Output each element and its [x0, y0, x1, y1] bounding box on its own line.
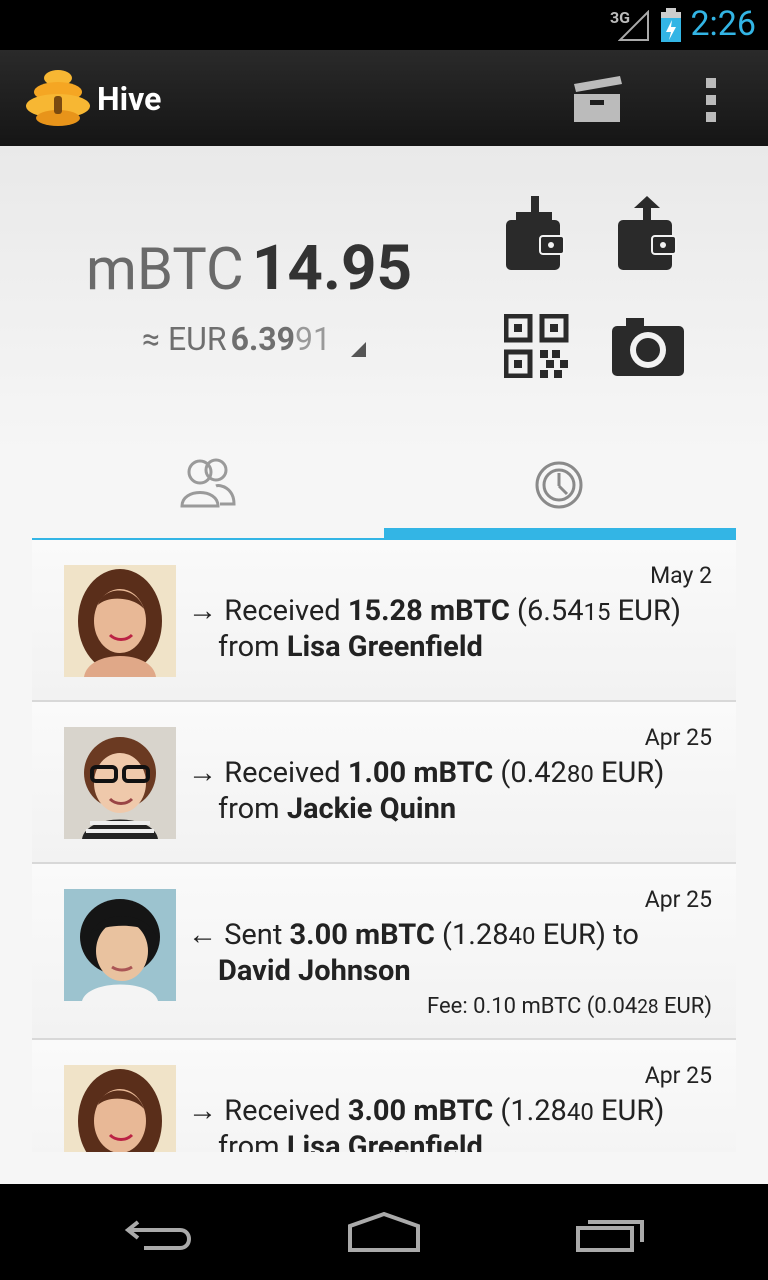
- transaction-fiat-small: 80: [566, 760, 594, 788]
- transaction-fiat-small: 40: [508, 922, 536, 950]
- avatar: [64, 1065, 176, 1152]
- balance: mBTC 14.95: [86, 232, 412, 305]
- transaction-fiat-small: 40: [566, 1098, 594, 1126]
- fee-main: Fee: 0.10 mBTC (0.04: [427, 994, 638, 1019]
- avatar: [64, 565, 176, 677]
- transaction-fiat-close: EUR): [593, 756, 665, 790]
- fiat-main: 6.39: [230, 320, 295, 358]
- fee-small-digits: 28: [637, 995, 659, 1018]
- transaction-fee: Fee: 0.10 mBTC (0.0428 EUR): [427, 994, 712, 1019]
- archive-icon[interactable]: [572, 76, 626, 124]
- transaction-date: Apr 25: [644, 724, 712, 751]
- transaction-fiat-close: EUR): [593, 1094, 665, 1128]
- back-icon[interactable]: [124, 1216, 196, 1252]
- tab-history[interactable]: [384, 448, 736, 540]
- recent-apps-icon[interactable]: [574, 1214, 646, 1254]
- avatar: [64, 727, 176, 839]
- transaction-date: Apr 25: [644, 886, 712, 913]
- contact-name: Lisa Greenfield: [286, 630, 483, 664]
- transaction-verb: Received: [224, 594, 341, 628]
- balance-unit: mBTC: [86, 236, 244, 304]
- list-item[interactable]: May 2 → Received 15.28 mBTC (6.5415 EUR)…: [32, 540, 736, 702]
- fiat-prefix: ≈ EUR: [142, 320, 227, 358]
- navigation-bar: [0, 1184, 768, 1280]
- transaction-list[interactable]: May 2 → Received 15.28 mBTC (6.5415 EUR)…: [32, 540, 736, 1152]
- fiat-small-digits: 91: [294, 320, 331, 358]
- transaction-verb: Sent: [224, 918, 283, 952]
- contacts-icon: [180, 458, 236, 508]
- direction-arrow: ←: [188, 918, 217, 952]
- wallet-receive-icon[interactable]: [506, 196, 566, 272]
- camera-icon[interactable]: [612, 316, 686, 376]
- transaction-date: Apr 25: [644, 1062, 712, 1089]
- battery-charging-icon: [661, 8, 681, 42]
- overflow-menu-icon[interactable]: [704, 78, 720, 122]
- direction-arrow: →: [188, 1094, 217, 1128]
- transaction-preposition: from: [218, 792, 280, 826]
- transaction-text: → Received 3.00 mBTC (1.2840 EUR) from L…: [188, 1094, 664, 1152]
- contact-name: Jackie Quinn: [286, 792, 457, 826]
- transaction-preposition: from: [218, 1130, 280, 1152]
- action-bar: Hive: [0, 50, 768, 146]
- transaction-date: May 2: [650, 562, 712, 589]
- hive-logo-icon[interactable]: [24, 68, 92, 128]
- tab-contacts[interactable]: [32, 448, 384, 540]
- currency-dropdown-indicator[interactable]: [351, 342, 366, 357]
- wallet-send-icon[interactable]: [618, 196, 678, 272]
- list-item[interactable]: Apr 25 ← Sent 3.00 mBTC (1.2840 EUR) to …: [32, 864, 736, 1040]
- transaction-fiat-close: EUR): [610, 594, 681, 628]
- status-bar: 3G 2:26: [0, 0, 768, 50]
- transaction-text: → Received 15.28 mBTC (6.5415 EUR) from …: [188, 594, 681, 665]
- balance-amount: 14.95: [251, 232, 413, 305]
- fee-close: EUR): [658, 994, 712, 1019]
- tab-selected-indicator: [384, 528, 736, 540]
- avatar: [64, 889, 176, 1001]
- direction-arrow: →: [188, 756, 217, 790]
- signal-icon: [618, 10, 649, 41]
- transaction-fiat-small: 15: [583, 598, 611, 626]
- transaction-fiat: (6.54: [517, 594, 584, 628]
- transaction-amount: 3.00 mBTC: [347, 1094, 494, 1128]
- transaction-fiat: (0.42: [500, 756, 567, 790]
- transaction-text: → Received 1.00 mBTC (0.4280 EUR) from J…: [188, 756, 664, 827]
- qr-code-icon[interactable]: [504, 314, 570, 378]
- transaction-amount: 15.28 mBTC: [347, 594, 510, 628]
- clock: 2:26: [690, 4, 756, 44]
- transaction-text: ← Sent 3.00 mBTC (1.2840 EUR) to David J…: [188, 918, 639, 989]
- contact-name: David Johnson: [218, 954, 411, 988]
- transaction-verb: Received: [224, 1094, 341, 1128]
- transaction-fiat: (1.28: [500, 1094, 567, 1128]
- contact-name: Lisa Greenfield: [286, 1130, 483, 1152]
- app-title: Hive: [97, 80, 162, 118]
- transaction-verb: Received: [224, 756, 341, 790]
- transaction-preposition: from: [218, 630, 280, 664]
- list-item[interactable]: Apr 25 → Received 1.00 mBTC (0.4280 EUR)…: [32, 702, 736, 864]
- transaction-amount: 1.00 mBTC: [347, 756, 494, 790]
- transaction-fiat: (1.28: [442, 918, 509, 952]
- direction-arrow: →: [188, 594, 217, 628]
- fiat-balance[interactable]: ≈ EUR 6.3991: [142, 320, 331, 358]
- transaction-fiat-close: EUR) to: [535, 918, 639, 952]
- tab-bar: [32, 448, 736, 540]
- history-clock-icon: [535, 461, 583, 509]
- home-icon[interactable]: [346, 1212, 422, 1254]
- transaction-amount: 3.00 mBTC: [289, 918, 435, 952]
- list-item[interactable]: Apr 25 → Received 3.00 mBTC (1.2840 EUR)…: [32, 1040, 736, 1152]
